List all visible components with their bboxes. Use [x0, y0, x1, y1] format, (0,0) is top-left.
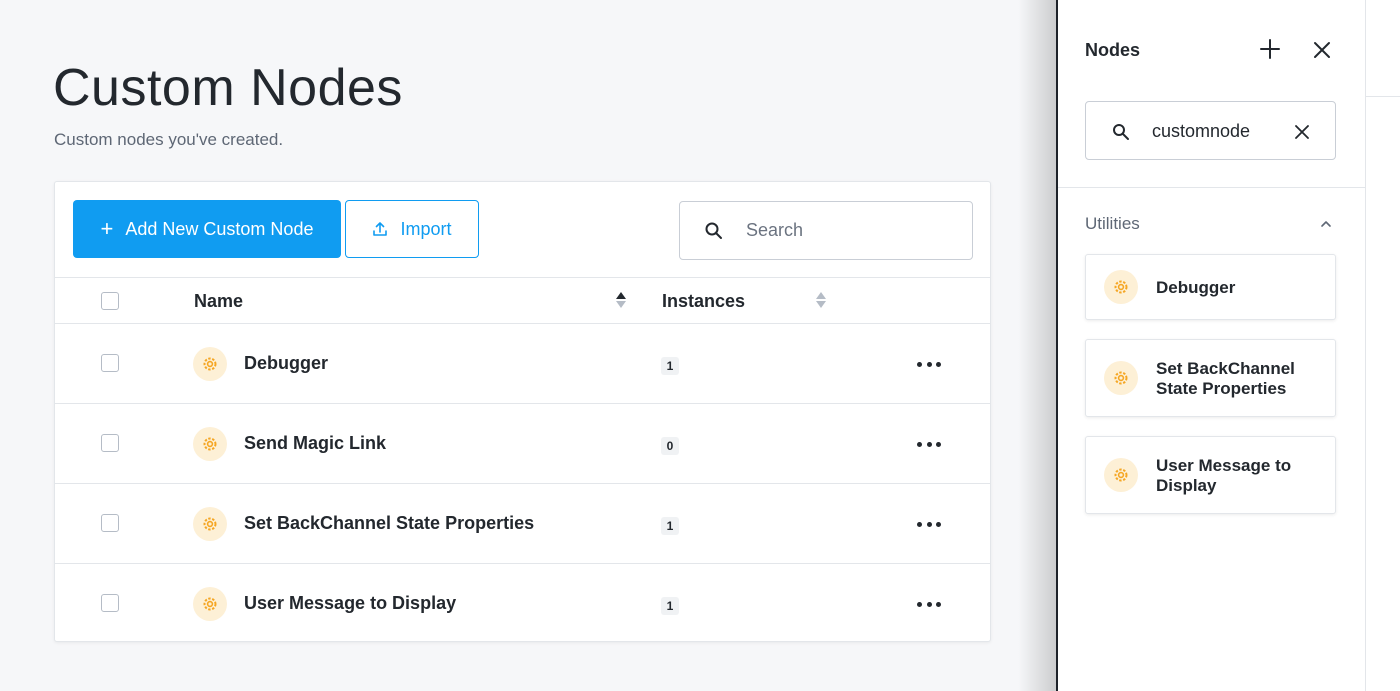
- table-row[interactable]: Debugger 1: [55, 324, 990, 404]
- more-horizontal-icon[interactable]: [917, 434, 941, 454]
- row-checkbox[interactable]: [101, 434, 119, 452]
- node-card-label-line: Display: [1156, 476, 1217, 495]
- node-name[interactable]: Send Magic Link: [244, 433, 386, 454]
- instances-count: 1: [661, 597, 679, 615]
- search-input[interactable]: [746, 220, 946, 241]
- panel-title: Nodes: [1085, 40, 1141, 60]
- more-horizontal-icon[interactable]: [917, 354, 941, 374]
- node-name[interactable]: Debugger: [244, 353, 328, 374]
- node-card-user-message-to-display[interactable]: User Message to Display: [1085, 436, 1336, 514]
- import-button[interactable]: Import: [345, 200, 479, 258]
- upload-icon: [373, 222, 388, 236]
- divider: [1058, 187, 1365, 188]
- node-card-label-line: User Message to: [1156, 456, 1292, 475]
- more-horizontal-icon[interactable]: [917, 594, 941, 614]
- node-card-label: User Message to Display: [1156, 456, 1291, 496]
- plus-icon: +: [100, 216, 114, 241]
- table-row[interactable]: Send Magic Link 0: [55, 404, 990, 484]
- main-content: Custom Nodes Custom nodes you've created…: [0, 0, 1058, 691]
- node-card-label-line: State Properties: [1156, 379, 1287, 398]
- column-header-instances[interactable]: Instances: [662, 291, 745, 312]
- gear-icon: [1104, 361, 1138, 395]
- column-header-name[interactable]: Name: [194, 291, 243, 312]
- chevron-up-icon[interactable]: [1320, 218, 1332, 230]
- row-checkbox[interactable]: [101, 354, 119, 372]
- nodes-panel: Nodes customnode Utilities Debugger Set …: [1058, 0, 1365, 691]
- add-new-custom-node-button[interactable]: + Add New Custom Node: [73, 200, 341, 258]
- page-subtitle: Custom nodes you've created.: [54, 130, 284, 149]
- toolbar: + Add New Custom Node Import: [55, 182, 990, 278]
- custom-nodes-card: + Add New Custom Node Import Name: [54, 181, 991, 642]
- add-new-custom-node-label: Add New Custom Node: [125, 218, 314, 239]
- plus-icon[interactable]: [1259, 38, 1281, 60]
- table-row[interactable]: Set BackChannel State Properties 1: [55, 484, 990, 564]
- close-icon[interactable]: [1312, 40, 1332, 60]
- node-card-label: Debugger: [1156, 278, 1235, 298]
- sort-icon[interactable]: [816, 291, 826, 309]
- import-label: Import: [400, 218, 452, 239]
- node-card-label-line: Debugger: [1156, 278, 1236, 297]
- node-name[interactable]: Set BackChannel State Properties: [244, 513, 534, 534]
- table-row[interactable]: User Message to Display 1: [55, 564, 990, 644]
- gear-icon: [193, 587, 227, 621]
- clear-icon[interactable]: [1295, 125, 1309, 139]
- gear-icon: [193, 507, 227, 541]
- node-name[interactable]: User Message to Display: [244, 593, 456, 614]
- table-header: Name Instances: [55, 278, 990, 324]
- gear-icon: [193, 347, 227, 381]
- node-card-debugger[interactable]: Debugger: [1085, 254, 1336, 320]
- search-field: [679, 201, 973, 260]
- panel-search-input[interactable]: customnode: [1152, 121, 1250, 142]
- right-canvas-strip: [1365, 0, 1400, 691]
- panel-search-field[interactable]: customnode: [1085, 101, 1336, 160]
- more-horizontal-icon[interactable]: [917, 514, 941, 534]
- node-card-label-line: Set BackChannel: [1156, 359, 1295, 378]
- gear-icon: [1104, 270, 1138, 304]
- select-all-checkbox[interactable]: [101, 292, 119, 310]
- divider: [1366, 96, 1400, 97]
- page-title: Custom Nodes: [53, 59, 403, 117]
- panel-shadow: [1018, 0, 1058, 691]
- row-checkbox[interactable]: [101, 594, 119, 612]
- sort-icon[interactable]: [616, 291, 626, 309]
- search-icon: [705, 222, 722, 239]
- gear-icon: [193, 427, 227, 461]
- search-icon: [1113, 124, 1129, 140]
- node-card-set-backchannel-state-properties[interactable]: Set BackChannel State Properties: [1085, 339, 1336, 417]
- instances-count: 1: [661, 357, 679, 375]
- instances-count: 1: [661, 517, 679, 535]
- row-checkbox[interactable]: [101, 514, 119, 532]
- gear-icon: [1104, 458, 1138, 492]
- instances-count: 0: [661, 437, 679, 455]
- section-label-utilities[interactable]: Utilities: [1085, 214, 1140, 234]
- node-card-label: Set BackChannel State Properties: [1156, 359, 1295, 399]
